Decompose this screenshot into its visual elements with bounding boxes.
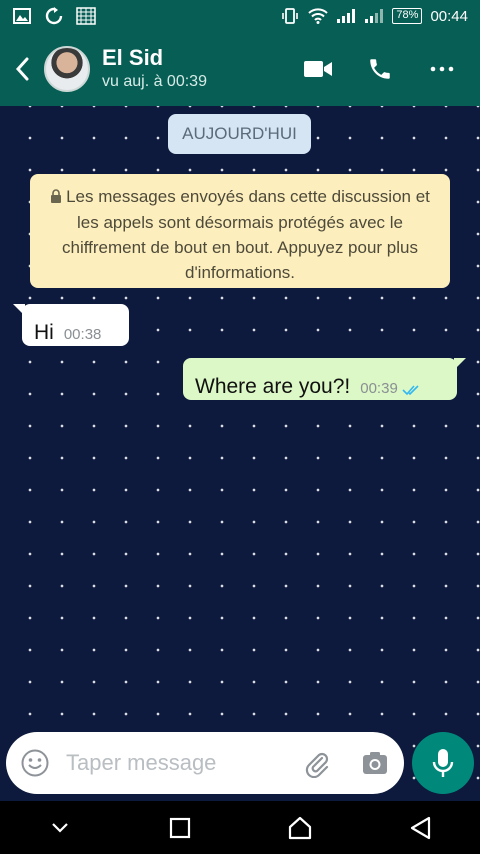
last-seen-status: vu auj. à 00:39 — [102, 73, 207, 90]
chat-area[interactable]: AUJOURD'HUI Les messages envoyés dans ce… — [0, 106, 480, 801]
mic-icon — [432, 749, 454, 777]
encryption-notice-text: Les messages envoyés dans cette discussi… — [62, 187, 430, 282]
incoming-message[interactable]: Hi 00:38 — [13, 304, 129, 346]
camera-icon — [363, 752, 387, 774]
signal-icon — [336, 7, 356, 25]
message-text: Hi — [34, 321, 54, 344]
status-time: 00:44 — [430, 7, 468, 25]
signal-icon-2 — [364, 7, 384, 25]
recents-square-icon — [169, 817, 191, 838]
video-call-button[interactable] — [302, 53, 334, 85]
attach-button[interactable] — [302, 748, 332, 779]
voice-record-button[interactable] — [412, 732, 474, 794]
home-icon — [288, 816, 312, 839]
vibrate-icon — [280, 7, 300, 25]
encryption-notice[interactable]: Les messages envoyés dans cette discussi… — [30, 174, 450, 288]
contact-name: El Sid — [102, 45, 164, 70]
wifi-icon — [308, 7, 329, 25]
paperclip-icon — [305, 752, 329, 779]
image-icon — [12, 7, 32, 25]
home-button[interactable] — [280, 808, 320, 848]
recents-button[interactable] — [160, 808, 200, 848]
outgoing-message[interactable]: Where are you?! 00:39 — [183, 358, 466, 400]
back-arrow-icon — [15, 57, 29, 81]
back-triangle-icon — [410, 816, 431, 839]
battery-icon: 78% — [392, 8, 423, 24]
emoji-button[interactable] — [20, 748, 50, 778]
sync-icon — [44, 7, 64, 25]
video-call-icon — [304, 61, 332, 77]
read-ticks-icon — [402, 380, 422, 400]
message-composer — [6, 732, 404, 794]
contact-info[interactable]: El Sid vu auj. à 00:39 — [102, 45, 207, 93]
message-time: 00:38 — [63, 326, 102, 343]
avatar[interactable] — [44, 46, 90, 92]
message-time: 00:39 — [360, 380, 398, 397]
more-dots-icon — [430, 66, 454, 72]
camera-button[interactable] — [360, 748, 390, 778]
message-input[interactable] — [66, 750, 276, 776]
voice-call-button[interactable] — [364, 53, 396, 85]
back-nav-button[interactable] — [400, 808, 440, 848]
grid-icon — [76, 7, 96, 25]
chat-header: El Sid vu auj. à 00:39 — [0, 32, 480, 106]
emoji-icon — [21, 749, 49, 777]
status-bar: 78% 00:44 — [0, 0, 480, 32]
more-options-button[interactable] — [426, 53, 458, 85]
back-button[interactable] — [0, 32, 44, 106]
phone-icon — [370, 59, 390, 79]
message-text: Where are you?! — [195, 375, 351, 398]
hide-nav-button[interactable] — [40, 808, 80, 848]
date-divider: AUJOURD'HUI — [168, 114, 311, 154]
lock-icon — [50, 185, 62, 210]
system-nav-bar — [0, 801, 480, 854]
chevron-down-icon — [52, 822, 68, 833]
